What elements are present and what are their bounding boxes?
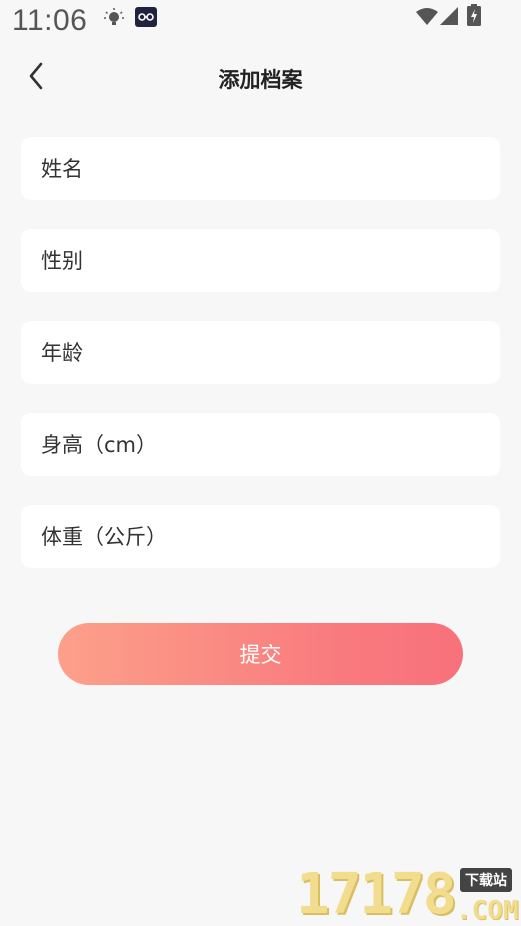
age-field-container	[21, 321, 500, 384]
submit-button[interactable]: 提交	[58, 623, 463, 685]
page-title: 添加档案	[218, 68, 303, 92]
name-field-container	[21, 137, 500, 200]
status-bar: 11:06	[0, 0, 521, 44]
height-field-container	[21, 413, 500, 476]
gender-field-container	[21, 229, 500, 292]
header: 添加档案	[0, 50, 521, 106]
gender-input[interactable]	[41, 248, 500, 273]
watermark-digits: 17178	[296, 862, 457, 926]
age-input[interactable]	[41, 340, 500, 365]
weight-input[interactable]	[41, 524, 500, 549]
status-time: 11:06	[12, 4, 88, 37]
watermark-suffix: .COM	[456, 896, 519, 926]
app-notification-icon	[135, 7, 157, 27]
weight-field-container	[21, 505, 500, 568]
watermark-logo: 17178 下载站 .COM	[296, 864, 521, 926]
bulb-icon	[104, 8, 124, 25]
screen: 11:06 添加档案 姓名 性别 年龄 身高（cm） 体重（公斤） 提交 171…	[0, 0, 521, 926]
signal-icon	[440, 7, 458, 25]
wifi-icon	[416, 8, 438, 25]
profile-form	[21, 137, 500, 597]
watermark-badge: 下载站	[460, 868, 512, 892]
battery-charging-icon	[467, 4, 481, 26]
name-input[interactable]	[41, 156, 500, 181]
height-input[interactable]	[41, 432, 500, 457]
